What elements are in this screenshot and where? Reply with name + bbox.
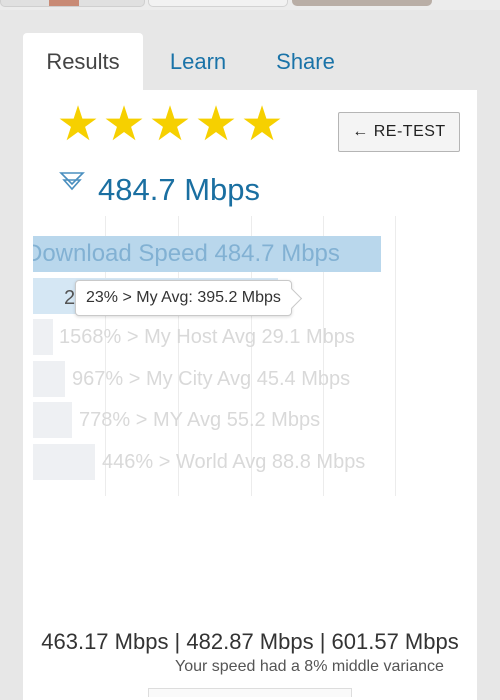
thumbnail-image[interactable] <box>0 0 145 7</box>
thumbnail-image[interactable] <box>292 0 432 6</box>
chart-bar-label: 446% > World Avg 88.8 Mbps <box>102 451 366 473</box>
chart-bar-label: Download Speed 484.7 Mbps <box>33 240 340 267</box>
chart-bar[interactable] <box>33 402 72 438</box>
star-icon[interactable]: ★ <box>101 101 147 149</box>
thumbnail-image[interactable] <box>148 0 288 7</box>
download-speed-icon <box>59 172 85 191</box>
bar-label-prefix: 2 <box>64 287 76 309</box>
tab-share[interactable]: Share <box>253 33 358 91</box>
tab-results[interactable]: Results <box>23 33 143 91</box>
star-icon[interactable]: ★ <box>239 101 285 149</box>
grid-line <box>395 216 396 496</box>
retest-button[interactable]: ← RE-TEST <box>338 112 460 152</box>
star-icon[interactable]: ★ <box>55 101 101 149</box>
chart-bar-label: 1568% > My Host Avg 29.1 Mbps <box>59 326 355 348</box>
chart-bar-label: 778% > MY Avg 55.2 Mbps <box>79 409 321 431</box>
speed-stats: 463.17 Mbps | 482.87 Mbps | 601.57 Mbps <box>41 629 459 654</box>
star-icon[interactable]: ★ <box>193 101 239 149</box>
chart-bar-label: 967% > My City Avg 45.4 Mbps <box>72 368 351 390</box>
star-rating[interactable]: ★ ★ ★ ★ ★ <box>55 101 285 149</box>
speed-comparison-chart: Download Speed 484.7 Mbps 1568% > My Host… <box>33 216 428 496</box>
chart-tooltip: 23% > My Avg: 395.2 Mbps <box>75 280 292 316</box>
star-icon[interactable]: ★ <box>147 101 193 149</box>
chart-bar[interactable] <box>33 319 54 355</box>
bottom-control[interactable] <box>148 688 352 697</box>
chart-bar[interactable] <box>33 361 65 397</box>
download-speed-value: 484.7 Mbps <box>98 172 260 207</box>
variance-text: Your speed had a 8% middle variance <box>175 658 444 675</box>
chart-bar[interactable] <box>33 444 96 480</box>
tab-learn[interactable]: Learn <box>143 33 253 91</box>
